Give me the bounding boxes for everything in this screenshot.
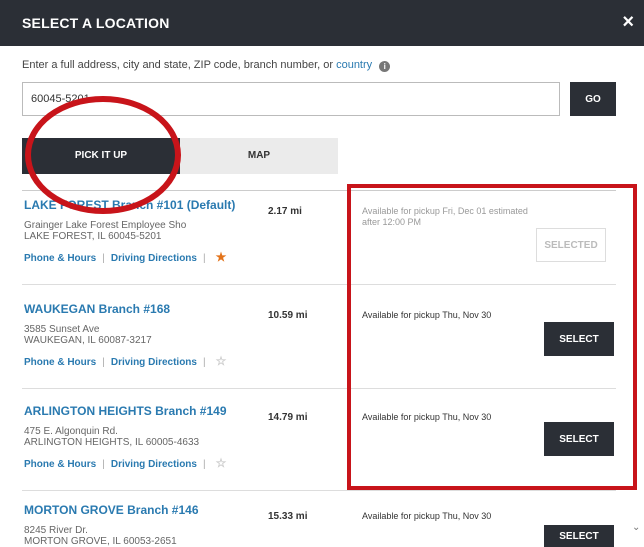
- driving-directions-link[interactable]: Driving Directions: [111, 253, 197, 264]
- link-separator: |: [102, 253, 105, 264]
- view-tabs: PICK IT UP MAP: [22, 138, 338, 174]
- pickup-availability: Available for pickup Fri, Dec 01 estimat…: [362, 206, 528, 227]
- branch-address-line1: 3585 Sunset Ave: [24, 324, 100, 335]
- branch-address-line1: 8245 River Dr.: [24, 525, 88, 536]
- pickup-availability: Available for pickup Thu, Nov 30: [362, 310, 492, 320]
- selected-button: SELECTED: [536, 228, 606, 262]
- phone-hours-link[interactable]: Phone & Hours: [24, 459, 96, 470]
- branch-name-link[interactable]: ARLINGTON HEIGHTS Branch #149: [24, 404, 227, 418]
- pickup-availability: Available for pickup Thu, Nov 30: [362, 511, 492, 521]
- branch-name-link[interactable]: LAKE FOREST Branch #101 (Default): [24, 198, 235, 212]
- modal-title: SELECT A LOCATION: [22, 15, 170, 31]
- branch-divider: [22, 284, 616, 285]
- country-link[interactable]: country: [336, 59, 372, 71]
- branch-address-line2: MORTON GROVE, IL 60053-2651: [24, 536, 177, 547]
- link-separator: |: [102, 357, 105, 368]
- branch-links: Phone & Hours | Driving Directions | ☆: [24, 456, 226, 470]
- go-button[interactable]: GO: [570, 82, 616, 116]
- driving-directions-link[interactable]: Driving Directions: [111, 357, 197, 368]
- phone-hours-link[interactable]: Phone & Hours: [24, 253, 96, 264]
- select-button[interactable]: SELECT: [544, 322, 614, 356]
- branch-divider: [22, 490, 616, 491]
- link-separator: |: [202, 357, 206, 368]
- link-separator: |: [202, 253, 206, 264]
- branch-address-line1: 475 E. Algonquin Rd.: [24, 426, 118, 437]
- info-icon[interactable]: i: [379, 61, 391, 72]
- location-search-input[interactable]: [22, 82, 560, 116]
- select-button[interactable]: SELECT: [544, 422, 614, 456]
- branch-address-line2: LAKE FOREST, IL 60045-5201: [24, 231, 162, 242]
- close-icon[interactable]: ×: [622, 12, 634, 32]
- tab-pick-it-up[interactable]: PICK IT UP: [22, 138, 180, 174]
- instruction-label: Enter a full address, city and state, ZI…: [22, 59, 337, 71]
- branch-links: Phone & Hours | Driving Directions | ★: [24, 250, 226, 264]
- favorite-star-icon[interactable]: ☆: [216, 354, 227, 368]
- favorite-star-icon[interactable]: ★: [216, 250, 227, 264]
- favorite-star-icon[interactable]: ☆: [216, 456, 227, 470]
- list-divider: [22, 190, 616, 191]
- link-separator: |: [102, 459, 105, 470]
- branch-distance: 15.33 mi: [268, 511, 308, 522]
- branch-address-line2: ARLINGTON HEIGHTS, IL 60005-4633: [24, 437, 200, 448]
- branch-links: Phone & Hours | Driving Directions | ☆: [24, 354, 226, 368]
- branch-distance: 2.17 mi: [268, 206, 302, 217]
- branch-distance: 14.79 mi: [268, 412, 308, 423]
- branch-divider: [22, 388, 616, 389]
- branch-address-line1: Grainger Lake Forest Employee Sho: [24, 220, 187, 231]
- modal-header: SELECT A LOCATION ×: [0, 0, 644, 46]
- driving-directions-link[interactable]: Driving Directions: [111, 459, 197, 470]
- select-button[interactable]: SELECT: [544, 525, 614, 547]
- scroll-down-icon[interactable]: ⌄: [632, 522, 640, 533]
- branch-name-link[interactable]: WAUKEGAN Branch #168: [24, 302, 170, 316]
- tab-map[interactable]: MAP: [180, 138, 338, 174]
- branch-distance: 10.59 mi: [268, 310, 308, 321]
- link-separator: |: [202, 459, 206, 470]
- instruction-text: Enter a full address, city and state, ZI…: [22, 59, 391, 72]
- phone-hours-link[interactable]: Phone & Hours: [24, 357, 96, 368]
- branch-address-line2: WAUKEGAN, IL 60087-3217: [24, 335, 152, 346]
- branch-name-link[interactable]: MORTON GROVE Branch #146: [24, 503, 199, 517]
- pickup-availability: Available for pickup Thu, Nov 30: [362, 412, 492, 422]
